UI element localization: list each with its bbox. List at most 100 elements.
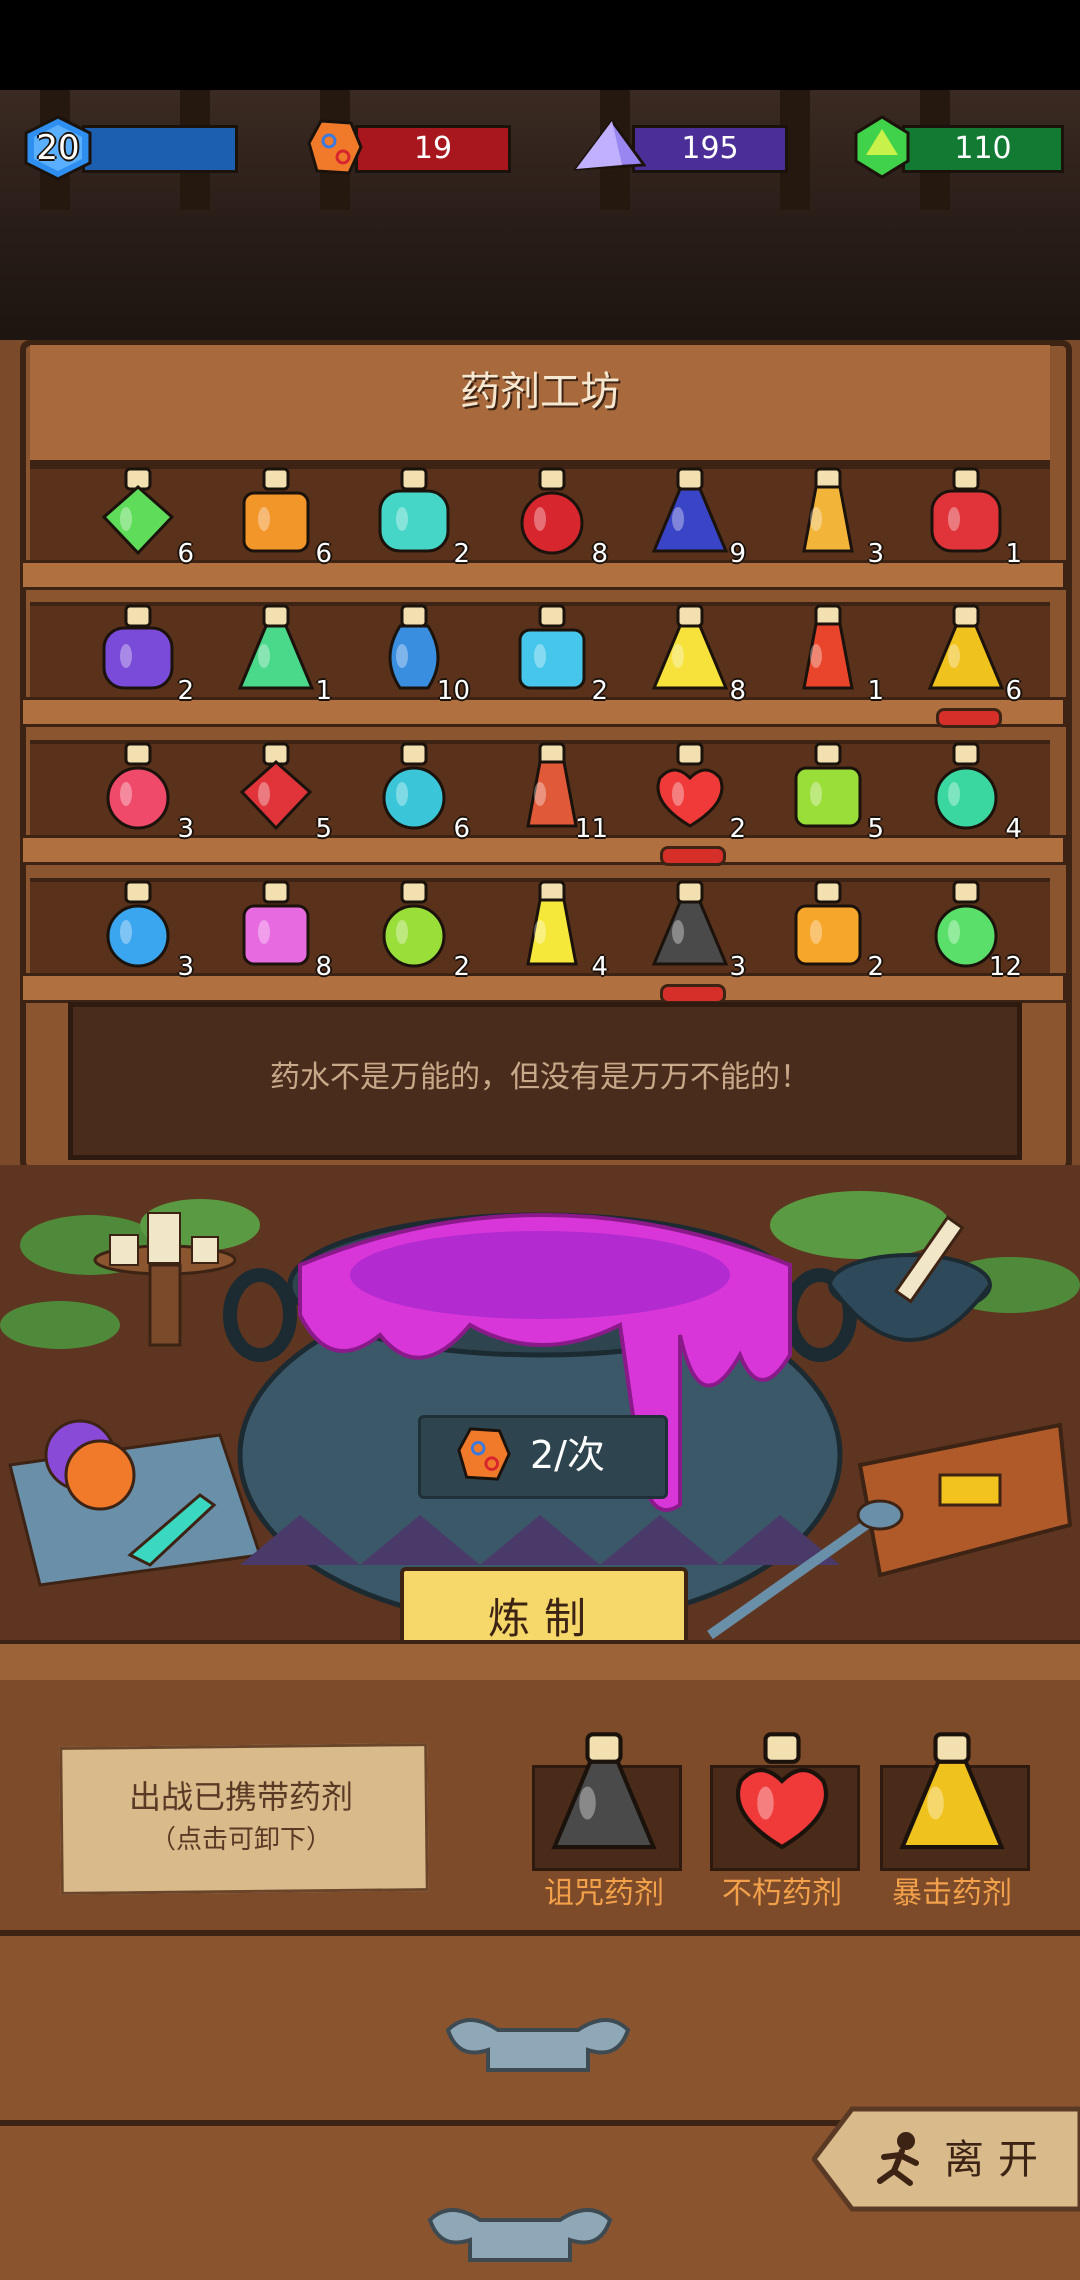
- potion-count: 4: [1005, 814, 1022, 844]
- round-potion-icon: [382, 880, 446, 968]
- round-potion-icon: [520, 467, 584, 555]
- potion-count: 2: [591, 676, 608, 706]
- potion-count: 6: [453, 814, 470, 844]
- potion-slot[interactable]: 3: [78, 872, 198, 982]
- drawer-handle-icon: [445, 2018, 631, 2072]
- red-gem-cost-icon: [457, 1427, 511, 1481]
- carried-title: 出战已携带药剂: [128, 1778, 353, 1816]
- bottle-potion-icon: [802, 467, 854, 553]
- potion-slot[interactable]: 5: [768, 734, 888, 844]
- diamond-potion-icon: [239, 742, 313, 830]
- square-potion-icon: [242, 880, 310, 966]
- potion-slot[interactable]: 9: [630, 459, 750, 569]
- workshop-title: 药剂工坊: [460, 369, 620, 415]
- potion-slot[interactable]: 8: [630, 596, 750, 706]
- potion-count: 2: [453, 952, 470, 982]
- potion-count: 3: [867, 539, 884, 569]
- quote-text: 药水不是万能的，但没有是万万不能的！: [270, 1060, 810, 1095]
- resource-bar: 20 19 195 110: [0, 90, 1080, 220]
- potion-count: 2: [867, 952, 884, 982]
- bottle-potion-icon: [526, 880, 578, 966]
- green-gem-icon: [854, 115, 910, 179]
- potion-slot[interactable]: 2: [78, 596, 198, 706]
- diamond-potion-icon: [101, 467, 175, 555]
- potion-count: 1: [867, 676, 884, 706]
- square-potion-icon: [794, 742, 862, 828]
- carried-potion-icon[interactable]: [897, 1722, 1007, 1862]
- potion-count: 6: [177, 539, 194, 569]
- potion-slot[interactable]: 3: [78, 734, 198, 844]
- top-blank-area: [0, 0, 1080, 90]
- potion-count: 9: [729, 539, 746, 569]
- purple-crystal-count: 195: [632, 125, 788, 173]
- potion-count: 2: [177, 676, 194, 706]
- potion-slot[interactable]: 4: [906, 734, 1026, 844]
- carried-potion-label: 诅咒药剂: [544, 1876, 664, 1911]
- back-wall: [0, 210, 1080, 350]
- potion-slot[interactable]: 2: [768, 872, 888, 982]
- level-value: 20: [36, 128, 80, 168]
- carried-hint: （点击可卸下）: [149, 1825, 332, 1855]
- equipped-indicator: [660, 984, 726, 1004]
- round-potion-icon: [382, 742, 446, 830]
- green-gem-resource: 110: [852, 115, 1068, 179]
- potion-slot[interactable]: 3: [768, 459, 888, 569]
- potion-slot[interactable]: 2: [354, 872, 474, 982]
- green-gem-count: 110: [902, 125, 1064, 173]
- counter-ledge: [0, 1640, 1080, 1684]
- jar-potion-icon: [378, 467, 450, 553]
- potion-slot[interactable]: 2: [630, 734, 750, 866]
- red-gem-count: 19: [355, 125, 511, 173]
- potion-slot[interactable]: 2: [492, 596, 612, 706]
- potion-count: 5: [315, 814, 332, 844]
- potion-count: 2: [453, 539, 470, 569]
- potion-slot[interactable]: 2: [354, 459, 474, 569]
- flask-potion-icon: [237, 604, 315, 690]
- heart-potion-icon: [656, 742, 724, 828]
- carried-potion-icon[interactable]: [727, 1722, 837, 1862]
- jar-potion-icon: [102, 604, 174, 690]
- potion-slot[interactable]: 11: [492, 734, 612, 844]
- potion-slot[interactable]: 6: [906, 596, 1026, 728]
- level-bar: [82, 125, 238, 173]
- potion-slot[interactable]: 1: [768, 596, 888, 706]
- potion-slot[interactable]: 1: [216, 596, 336, 706]
- potion-slot[interactable]: 6: [216, 459, 336, 569]
- potion-slot[interactable]: 10: [354, 596, 474, 706]
- potion-count: 1: [315, 676, 332, 706]
- carried-potion-label: 不朽药剂: [722, 1876, 842, 1911]
- round-potion-icon: [934, 742, 998, 830]
- drawer-handle-icon: [427, 2208, 613, 2262]
- carried-potion-label: 暴击药剂: [892, 1876, 1012, 1911]
- red-gem-icon: [307, 119, 363, 175]
- square-potion-icon: [242, 467, 310, 553]
- potion-slot[interactable]: 3: [630, 872, 750, 1004]
- potion-slot[interactable]: 8: [216, 872, 336, 982]
- carried-note: [59, 1743, 429, 1895]
- potion-slot[interactable]: 6: [354, 734, 474, 844]
- flask-potion-icon: [927, 604, 1005, 690]
- potion-count: 3: [177, 952, 194, 982]
- potion-count: 8: [315, 952, 332, 982]
- equipped-indicator: [660, 846, 726, 866]
- jar-potion-icon: [930, 467, 1002, 553]
- potion-slot[interactable]: 8: [492, 459, 612, 569]
- leave-label[interactable]: 离开: [944, 2130, 1052, 2190]
- square-potion-icon: [518, 604, 586, 690]
- carried-potion-icon[interactable]: [549, 1722, 659, 1862]
- potion-slot[interactable]: 4: [492, 872, 612, 982]
- potion-slot[interactable]: 6: [78, 459, 198, 569]
- flask-potion-icon: [651, 880, 729, 966]
- potion-slot[interactable]: 1: [906, 459, 1026, 569]
- round-potion-icon: [106, 880, 170, 968]
- potion-count: 8: [729, 676, 746, 706]
- potion-slot[interactable]: 12: [906, 872, 1026, 982]
- potion-slot[interactable]: 5: [216, 734, 336, 844]
- flask-potion-icon: [651, 604, 729, 690]
- potion-count: 6: [1005, 676, 1022, 706]
- equipped-indicator: [936, 708, 1002, 728]
- potion-count: 12: [988, 952, 1022, 982]
- potion-count: 8: [591, 539, 608, 569]
- potion-count: 5: [867, 814, 884, 844]
- potion-count: 11: [574, 814, 608, 844]
